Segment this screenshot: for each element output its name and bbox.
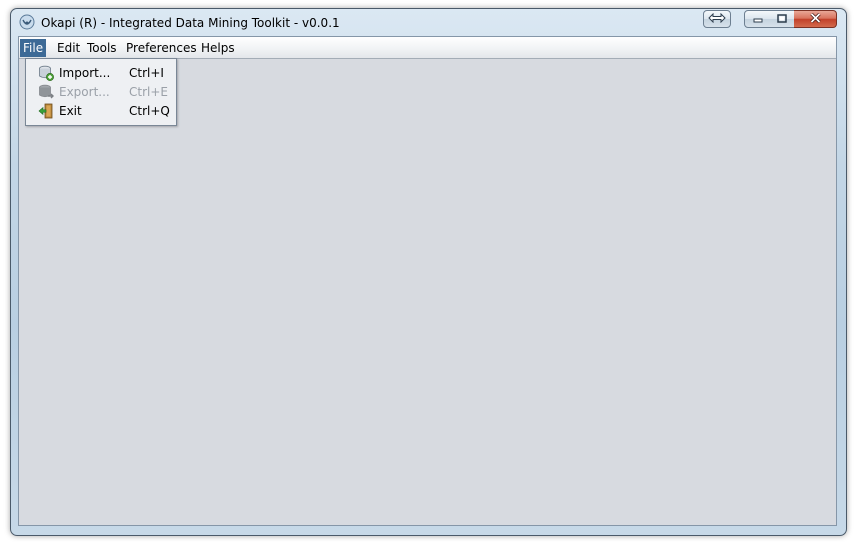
title-bar[interactable]: Okapi (R) - Integrated Data Mining Toolk…: [11, 9, 846, 37]
menu-tools[interactable]: Tools: [84, 39, 120, 57]
exit-shortcut: Ctrl+Q: [129, 104, 170, 118]
import-shortcut: Ctrl+I: [129, 66, 164, 80]
menu-file[interactable]: File: [20, 39, 47, 57]
minimize-icon: [753, 12, 763, 26]
export-shortcut: Ctrl+E: [129, 85, 168, 99]
maximize-icon: [777, 12, 787, 26]
menu-helps[interactable]: Helps: [198, 39, 238, 57]
close-button[interactable]: [794, 10, 837, 28]
menu-item-import[interactable]: Import... Ctrl+I: [27, 64, 176, 83]
exit-label: Exit: [59, 104, 82, 118]
resize-toggle-button[interactable]: [703, 10, 731, 28]
okapi-logo-icon[interactable]: [19, 14, 35, 30]
menu-item-exit[interactable]: Exit Ctrl+Q: [27, 102, 176, 121]
import-label: Import...: [59, 66, 111, 80]
menu-preferences[interactable]: Preferences: [123, 39, 200, 57]
menu-bar: File Edit Tools Preferences Helps: [19, 37, 836, 59]
minimize-button[interactable]: [744, 10, 771, 28]
file-menu-dropdown: Import... Ctrl+I Export... Ctrl+E Exit C…: [25, 58, 177, 126]
database-add-icon: [38, 65, 54, 81]
export-label: Export...: [59, 85, 110, 99]
menu-edit[interactable]: Edit: [54, 39, 83, 57]
database-export-icon: [38, 84, 54, 100]
close-icon: [809, 12, 821, 26]
exit-door-icon: [38, 103, 54, 119]
maximize-button[interactable]: [770, 10, 795, 28]
menu-item-export[interactable]: Export... Ctrl+E: [27, 83, 176, 102]
window-title: Okapi (R) - Integrated Data Mining Toolk…: [41, 16, 340, 30]
double-arrow-icon: [708, 12, 726, 26]
